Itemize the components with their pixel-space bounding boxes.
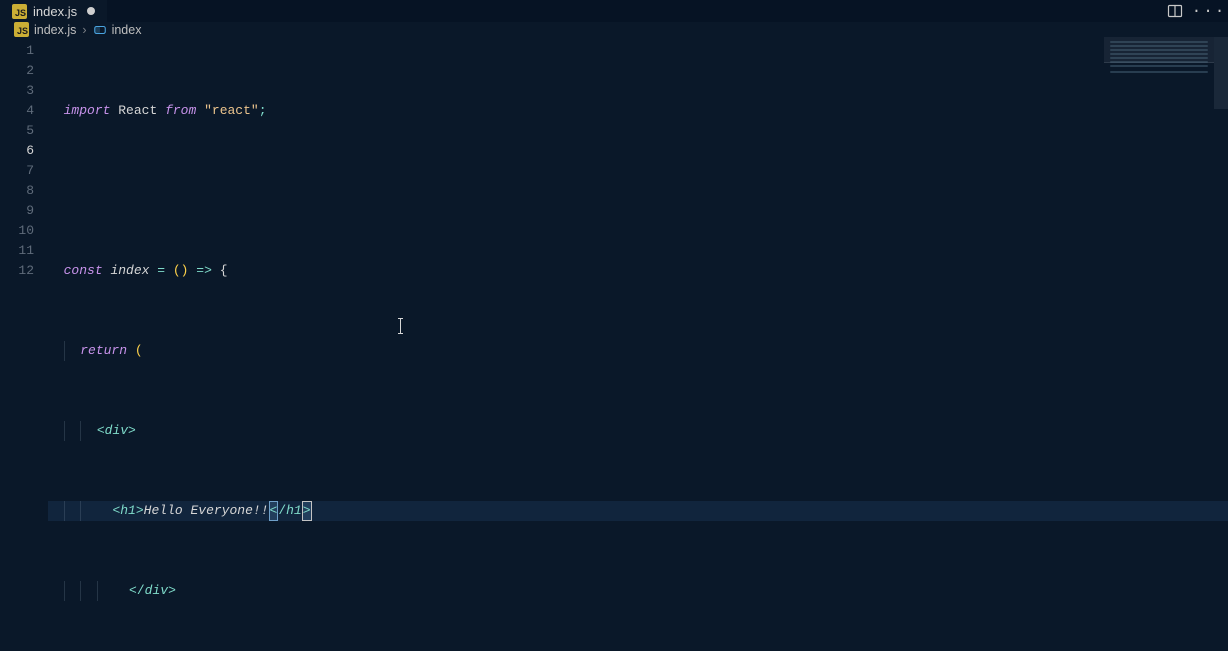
breadcrumb-symbol[interactable]: index <box>93 23 142 37</box>
breadcrumb-symbol-label: index <box>112 23 142 37</box>
breadcrumb-file[interactable]: JS index.js <box>14 22 76 37</box>
vertical-scrollbar[interactable] <box>1214 37 1228 651</box>
line-number[interactable]: 1 <box>0 41 34 61</box>
minimap[interactable] <box>1104 37 1214 651</box>
code-line: </div> <box>48 581 1228 601</box>
js-file-icon: JS <box>12 4 27 19</box>
text-cursor-icon <box>400 318 401 334</box>
tab-index-js[interactable]: JS index.js <box>0 0 107 22</box>
line-number[interactable]: 5 <box>0 121 34 141</box>
js-file-icon: JS <box>14 22 29 37</box>
line-number-gutter: 1 2 3 4 5 6 7 8 9 10 11 12 <box>0 37 48 651</box>
code-area[interactable]: import React from "react"; const index =… <box>48 37 1228 651</box>
symbol-variable-icon <box>93 23 107 37</box>
breadcrumb: JS index.js › index <box>0 22 1228 37</box>
line-number[interactable]: 6 <box>0 141 34 161</box>
code-line-active: <h1>Hello Everyone!!</h1> <box>48 501 1228 521</box>
tab-bar: JS index.js ··· <box>0 0 1228 22</box>
code-line <box>48 181 1228 201</box>
code-line: const index = () => { <box>48 261 1228 281</box>
line-number[interactable]: 2 <box>0 61 34 81</box>
line-number[interactable]: 11 <box>0 241 34 261</box>
line-number[interactable]: 8 <box>0 181 34 201</box>
breadcrumb-file-label: index.js <box>34 23 76 37</box>
cursor-position-icon: > <box>302 501 312 521</box>
scrollbar-thumb[interactable] <box>1214 37 1228 109</box>
editor: 1 2 3 4 5 6 7 8 9 10 11 12 import React … <box>0 37 1228 651</box>
line-number[interactable]: 7 <box>0 161 34 181</box>
code-line: return ( <box>48 341 1228 361</box>
line-number[interactable]: 12 <box>0 261 34 281</box>
tab-modified-dot-icon <box>87 7 95 15</box>
breadcrumb-separator: › <box>82 23 86 37</box>
bracket-match-icon: < <box>269 501 279 521</box>
line-number[interactable]: 10 <box>0 221 34 241</box>
code-line: <div> <box>48 421 1228 441</box>
split-editor-icon[interactable] <box>1164 0 1186 22</box>
code-line: import React from "react"; <box>48 101 1228 121</box>
line-number[interactable]: 4 <box>0 101 34 121</box>
tab-filename: index.js <box>33 4 77 19</box>
more-actions-icon[interactable]: ··· <box>1198 0 1220 22</box>
tabs-container: JS index.js <box>0 0 107 22</box>
line-number[interactable]: 9 <box>0 201 34 221</box>
tab-actions: ··· <box>1164 0 1228 22</box>
line-number[interactable]: 3 <box>0 81 34 101</box>
